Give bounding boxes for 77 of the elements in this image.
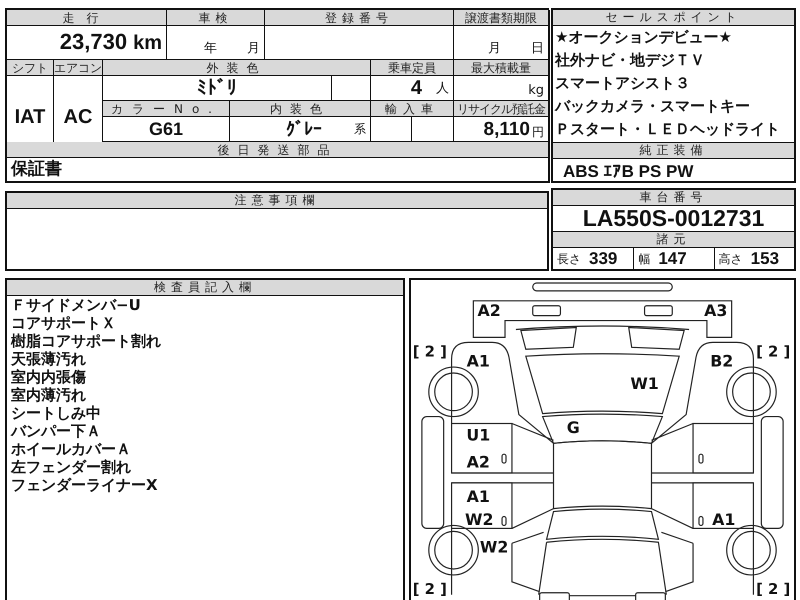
unit-label: 系 (354, 123, 366, 135)
damage-code: A1 (466, 487, 490, 506)
sales-point: 社外ナビ・地デジＴＶ (554, 50, 706, 71)
field-value: AC (64, 106, 92, 126)
inspector-note: フェンダーライナーX (10, 476, 159, 494)
field-label: 車検 (198, 12, 232, 24)
unit-label: 円 (532, 126, 544, 141)
damage-code: A2 (466, 452, 490, 472)
inspector-note: コアサポートＸ (10, 314, 117, 332)
field-label: 乗車定員 (388, 62, 436, 74)
field-label: 輸入車 (385, 102, 439, 114)
field-value: ﾐﾄﾞﾘ (197, 78, 237, 98)
inspector-note: 室内薄汚れ (10, 386, 87, 404)
inspector-note: シートしみ中 (10, 404, 102, 422)
spec-value: 153 (750, 250, 780, 267)
field-label: エアコン (54, 62, 102, 74)
field-label: 登録番号 (325, 12, 393, 24)
section-header: 諸元 (553, 232, 794, 248)
section-header: 車台番号 (553, 190, 794, 206)
sales-point: バックカメラ・スマートキー (554, 96, 751, 117)
damage-code: W1 (630, 374, 659, 394)
field-label: 後日発送部品 (218, 144, 338, 156)
field-value: 8,110 (484, 120, 530, 141)
sales-point: スマートアシスト３ (554, 73, 691, 94)
panel-count: [ 2 ] (412, 343, 447, 360)
sales-point: Ｐスタート・ＬＥＤヘッドライト (554, 119, 781, 140)
panel-count: [ 2 ] (412, 580, 447, 598)
unit-label: 日 (531, 42, 544, 58)
damage-code: U1 (466, 426, 490, 445)
field-value: IAT (14, 106, 46, 126)
inspector-note: ホイールカバーＡ (10, 440, 132, 458)
section-header: 注意事項欄 (7, 193, 547, 209)
field-label: リサイクル預託金 (457, 102, 545, 114)
damage-code: A1 (466, 351, 490, 370)
inspector-note: 室内内張傷 (10, 368, 87, 386)
field-label: カラーNo. (111, 102, 221, 114)
inspector-note: 天張薄汚れ (10, 350, 87, 368)
field-value: 4 (410, 78, 422, 98)
field-value: 保証書 (11, 161, 62, 178)
panel-count: [ 2 ] (756, 343, 790, 360)
section-header: 純正装備 (553, 142, 794, 159)
spec-label: 長さ (557, 252, 581, 264)
spec-value: 147 (658, 250, 687, 267)
damage-code: W2 (480, 538, 508, 557)
field-label: 外装色 (206, 62, 266, 74)
unit-label: 年 (204, 42, 217, 58)
spec-label: 幅 (638, 252, 650, 264)
panel-count: [ 2 ] (756, 580, 790, 598)
unit-label: 月 (247, 42, 260, 58)
field-label: 最大積載量 (471, 62, 531, 74)
spec-label: 高さ (718, 252, 743, 264)
section-header: 検査員記入欄 (7, 280, 403, 296)
unit-label: 月 (488, 42, 501, 58)
damage-code: A3 (704, 301, 728, 320)
inspector-note: 樹脂コアサポート割れ (10, 332, 162, 350)
damage-code: A2 (478, 301, 501, 320)
field-value: 23,730 (60, 31, 128, 56)
inspector-note: 左フェンダー割れ (10, 458, 132, 476)
unit-label: kg (528, 84, 544, 100)
damage-code: W2 (465, 510, 494, 529)
inspector-note: バンパー下Ａ (10, 422, 102, 440)
field-value: ｸﾞﾚｰ (286, 120, 322, 138)
field-label: シフト (12, 62, 48, 74)
unit-label: 人 (436, 82, 449, 94)
field-value: G61 (148, 120, 184, 138)
field-label: 走行 (62, 12, 110, 24)
unit-label: km (133, 33, 162, 56)
section-header: セールスポイント (553, 10, 794, 26)
damage-code: A1 (712, 510, 736, 529)
field-label: 譲渡書類期限 (465, 12, 537, 24)
damage-code: G (566, 418, 580, 437)
field-label: 内装色 (270, 102, 330, 114)
inspector-note: Ｆサイドメンバ−U (10, 296, 142, 314)
spec-value: 339 (589, 250, 618, 267)
damage-code: B2 (710, 351, 734, 370)
sales-point: ★オークションデビュー★ (554, 27, 733, 48)
equipment-list: ABS ｴｱB PS PW (553, 159, 794, 185)
